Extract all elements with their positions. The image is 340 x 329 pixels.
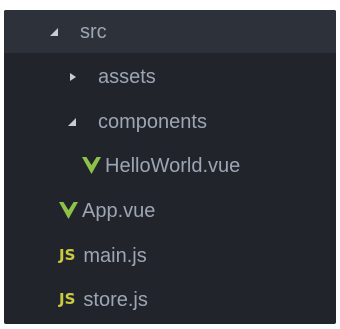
tree-file-label: main.js [83, 244, 147, 267]
caret-right-icon[interactable] [66, 70, 82, 84]
vue-icon [82, 157, 101, 174]
tree-file-app-vue[interactable]: App.vue [4, 189, 336, 232]
tree-file-label: App.vue [82, 199, 156, 222]
tree-folder-label: assets [98, 65, 156, 88]
js-icon: JS [59, 246, 76, 264]
tree-file-label: store.js [83, 288, 148, 311]
tree-file-label: HelloWorld.vue [105, 154, 241, 177]
file-explorer-panel: src assets components HelloWorld.vue App… [4, 10, 336, 324]
caret-down-icon[interactable] [66, 115, 82, 129]
caret-down-icon[interactable] [48, 25, 64, 39]
tree-folder-label: src [80, 20, 107, 43]
tree-folder-components[interactable]: components [4, 100, 336, 143]
tree-folder-label: components [98, 110, 207, 133]
js-icon: JS [59, 290, 76, 308]
tree-file-helloworld-vue[interactable]: HelloWorld.vue [4, 144, 336, 187]
vue-icon [59, 202, 78, 219]
tree-file-store-js[interactable]: JS store.js [4, 278, 336, 321]
tree-folder-src[interactable]: src [4, 10, 336, 53]
tree-file-main-js[interactable]: JS main.js [4, 234, 336, 277]
tree-folder-assets[interactable]: assets [4, 55, 336, 98]
